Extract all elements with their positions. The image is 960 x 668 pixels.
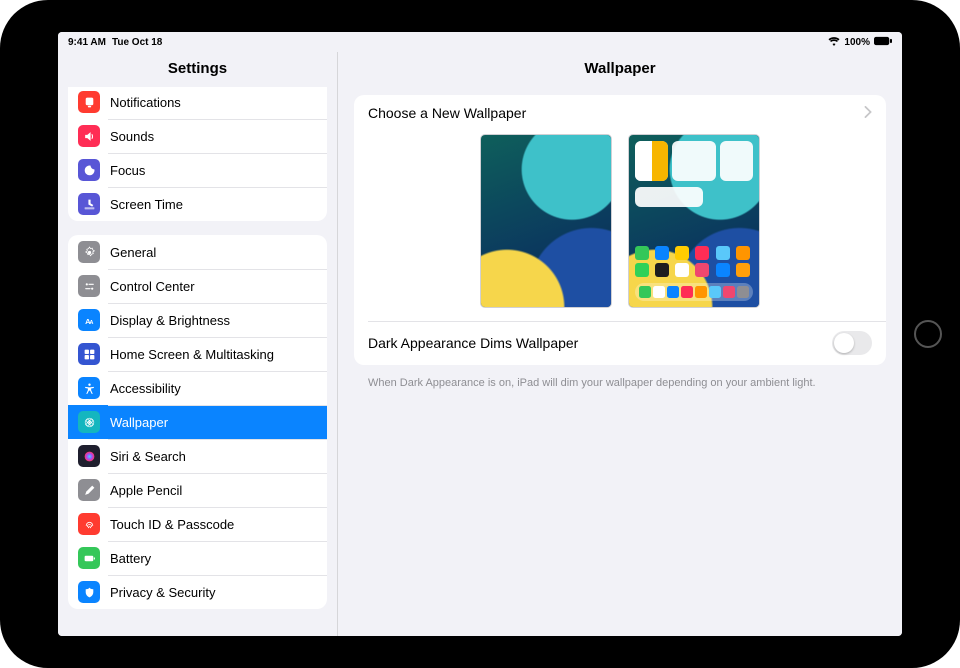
svg-text:A: A (89, 319, 93, 325)
dock-app-icon (695, 286, 707, 298)
status-date: Tue Oct 18 (112, 37, 162, 48)
sidebar-item-label: Notifications (110, 95, 181, 110)
dock-app-icon (667, 286, 679, 298)
sidebar-item-notifications[interactable]: Notifications (68, 87, 327, 119)
sidebar-item-wallpaper[interactable]: Wallpaper (68, 405, 327, 439)
sidebar-item-label: Accessibility (110, 381, 181, 396)
detail-title: Wallpaper (338, 52, 902, 87)
focus-icon (78, 159, 100, 181)
dark-appearance-footer: When Dark Appearance is on, iPad will di… (354, 373, 886, 389)
sidebar-item-homescreen[interactable]: Home Screen & Multitasking (68, 337, 327, 371)
app-icon (736, 246, 750, 260)
battery-icon (874, 36, 892, 49)
app-icon (695, 263, 709, 277)
touchid-icon (78, 513, 100, 535)
app-icon (675, 263, 689, 277)
sidebar-item-label: Sounds (110, 129, 154, 144)
sidebar-item-label: Apple Pencil (110, 483, 182, 498)
dock-app-icon (639, 286, 651, 298)
app-icon (655, 263, 669, 277)
sidebar-item-label: Control Center (110, 279, 195, 294)
sidebar-item-label: Battery (110, 551, 151, 566)
sidebar-item-accessibility[interactable]: Accessibility (68, 371, 327, 405)
display-icon: AA (78, 309, 100, 331)
accessibility-icon (78, 377, 100, 399)
dock-app-icon (681, 286, 693, 298)
wallpaper-card: Choose a New Wallpaper (354, 95, 886, 365)
screen: 9:41 AM Tue Oct 18 100% Settings Notific… (58, 32, 902, 636)
sidebar-item-focus[interactable]: Focus (68, 153, 327, 187)
lockscreen-preview[interactable] (481, 135, 611, 307)
dock-app-icon (737, 286, 749, 298)
app-icon (716, 263, 730, 277)
sidebar-item-label: Display & Brightness (110, 313, 230, 328)
dock-app-icon (709, 286, 721, 298)
dark-appearance-toggle[interactable] (832, 331, 872, 355)
widget-icon (720, 141, 753, 181)
sidebar-item-label: Screen Time (110, 197, 183, 212)
sidebar-item-label: Focus (110, 163, 145, 178)
sidebar-item-label: Touch ID & Passcode (110, 517, 234, 532)
app-icon (695, 246, 709, 260)
widget-icon (635, 187, 703, 207)
sidebar-item-label: Home Screen & Multitasking (110, 347, 274, 362)
ipad-device-frame: 9:41 AM Tue Oct 18 100% Settings Notific… (0, 0, 960, 668)
dark-appearance-row: Dark Appearance Dims Wallpaper (354, 321, 886, 365)
app-icon (635, 246, 649, 260)
sidebar-item-pencil[interactable]: Apple Pencil (68, 473, 327, 507)
screentime-icon (78, 193, 100, 215)
detail-pane: Wallpaper Choose a New Wallpaper (338, 52, 902, 636)
wallpaper-icon (78, 411, 100, 433)
sidebar-section-a: Notifications Sounds Focus Screen Time (68, 87, 327, 221)
settings-sidebar: Settings Notifications Sounds Focus Screen … (58, 52, 338, 636)
app-icon (675, 246, 689, 260)
dock (635, 283, 753, 301)
sidebar-item-touchid[interactable]: Touch ID & Passcode (68, 507, 327, 541)
sidebar-item-label: Wallpaper (110, 415, 168, 430)
sidebar-item-label: Privacy & Security (110, 585, 215, 600)
dock-app-icon (653, 286, 665, 298)
sidebar-item-display[interactable]: AA Display & Brightness (68, 303, 327, 337)
sidebar-item-siri[interactable]: Siri & Search (68, 439, 327, 473)
sounds-icon (78, 125, 100, 147)
sidebar-title: Settings (58, 52, 337, 87)
sidebar-item-privacy[interactable]: Privacy & Security (68, 575, 327, 609)
sidebar-item-sounds[interactable]: Sounds (68, 119, 327, 153)
sidebar-item-label: Siri & Search (110, 449, 186, 464)
siri-icon (78, 445, 100, 467)
home-button[interactable] (914, 320, 942, 348)
homescreen-icon (78, 343, 100, 365)
battery-icon (78, 547, 100, 569)
dock-app-icon (723, 286, 735, 298)
general-icon (78, 241, 100, 263)
homescreen-preview[interactable] (629, 135, 759, 307)
pencil-icon (78, 479, 100, 501)
app-icon (736, 263, 750, 277)
widget-icon (672, 141, 716, 181)
widget-icon (635, 141, 668, 181)
controlcenter-icon (78, 275, 100, 297)
sidebar-item-label: General (110, 245, 156, 260)
sidebar-item-battery[interactable]: Battery (68, 541, 327, 575)
app-icon (716, 246, 730, 260)
privacy-icon (78, 581, 100, 603)
status-time: 9:41 AM (68, 37, 106, 48)
app-icon (635, 263, 649, 277)
sidebar-section-b: General Control Center AA Display & Brightn… (68, 235, 327, 609)
chevron-right-icon (864, 105, 872, 121)
dark-appearance-label: Dark Appearance Dims Wallpaper (368, 335, 578, 351)
choose-wallpaper-row[interactable]: Choose a New Wallpaper (354, 95, 886, 131)
choose-wallpaper-label: Choose a New Wallpaper (368, 105, 526, 121)
battery-percentage: 100% (844, 37, 870, 48)
wifi-icon (828, 36, 840, 49)
sidebar-item-controlcenter[interactable]: Control Center (68, 269, 327, 303)
homescreen-overlay (629, 135, 759, 307)
app-icon (655, 246, 669, 260)
status-bar: 9:41 AM Tue Oct 18 100% (58, 32, 902, 52)
sidebar-item-general[interactable]: General (68, 235, 327, 269)
notifications-icon (78, 91, 100, 113)
sidebar-item-screentime[interactable]: Screen Time (68, 187, 327, 221)
